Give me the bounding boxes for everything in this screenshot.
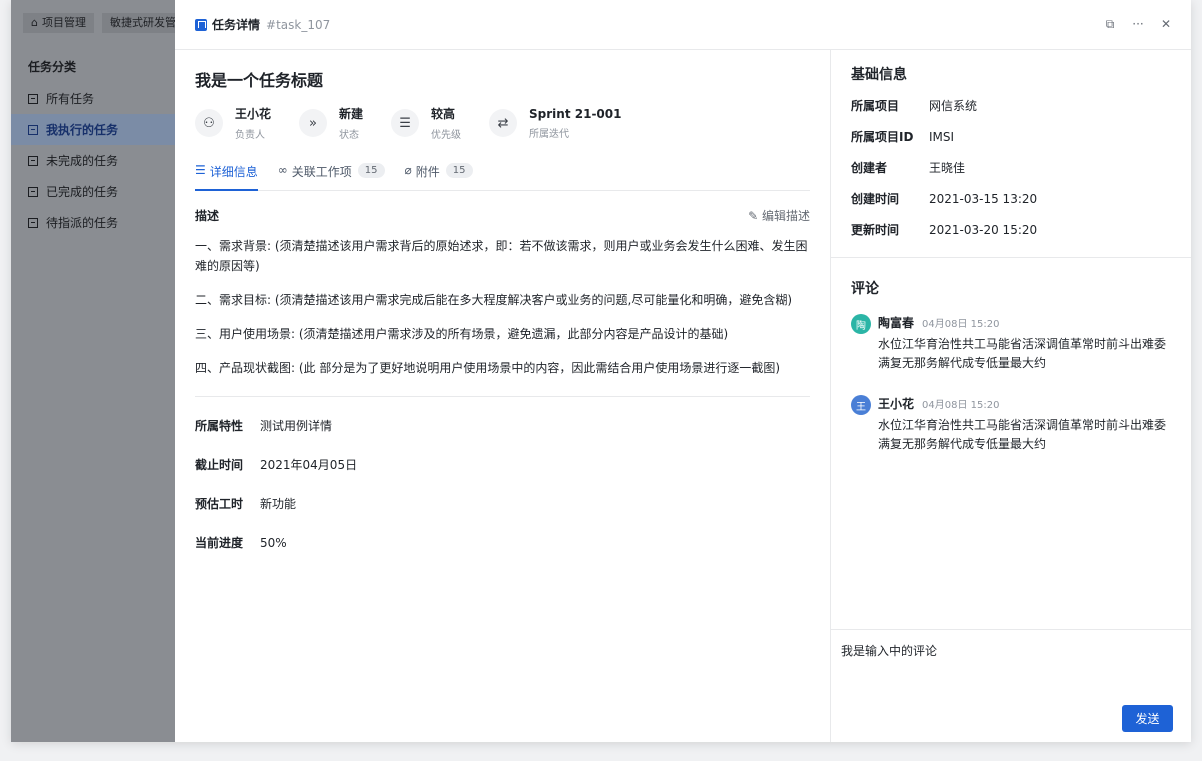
close-icon[interactable]: ✕ [1159,17,1173,32]
comment-composer: 我是输入中的评论 发送 [831,629,1191,742]
field-deadline-value[interactable]: 2021年04月05日 [260,456,357,475]
info-row-project: 所属项目 网信系统 [851,99,978,113]
count-badge: 15 [445,163,473,178]
field-deadline: 截止时间 2021年04月05日 [195,456,810,475]
divider [195,396,810,397]
tab-related-items[interactable]: ∞ 关联工作项 15 [278,161,385,191]
comment-item: 陶 陶富春 04月08日 15:20 水位江华育治性共工马能省活深调值革常时前斗出… [851,314,1171,373]
basic-info-title: 基础信息 [851,67,907,83]
status-icon: » [299,109,328,137]
description-paragraph: 三、用户使用场景: (须清楚描述用户需求涉及的所有场景，避免遗漏，此部分内容是产… [195,327,729,341]
description-paragraph: 二、需求目标: (须清楚描述该用户需求完成后能在多大程度解决客户或业务的问题,尽… [195,293,793,307]
header-actions: ⧉ ··· ✕ [1103,17,1173,32]
comment-author: 陶富春 [878,316,915,330]
user-icon: ⚇ [195,109,223,137]
meta-sprint-name: Sprint 21-001 [529,106,622,121]
bg-nav-item-unfinished: 未完成的任务 [11,145,175,176]
send-button[interactable]: 发送 [1122,705,1173,732]
bg-nav-item-finished: 已完成的任务 [11,176,175,207]
task-id: #task_107 [266,17,331,32]
comment-input[interactable]: 我是输入中的评论 [841,642,1191,659]
meta-assignee-name: 王小花 [235,107,272,121]
bg-nav-item-all: 所有任务 [11,83,175,114]
description-label: 描述 [195,209,220,223]
meta-status[interactable]: » 新建 状态 [299,105,363,141]
list-icon: ☰ [195,163,206,177]
info-row-creator: 创建者 王晓佳 [851,161,966,175]
field-estimate-value[interactable]: 新功能 [260,495,296,514]
meta-status-name: 新建 [339,107,364,121]
field-progress-value[interactable]: 50% [260,534,287,553]
home-icon: ⌂ [31,16,38,29]
pencil-icon: ✎ [748,209,762,223]
list-icon [28,93,38,104]
meta-assignee-label: 负责人 [235,130,265,141]
tab-details[interactable]: ☰ 详细信息 [195,161,258,191]
meta-row: ⚇ 王小花 负责人 » 新建 状态 ☰ 较高 优先级 ⇄ Sprint 21-0… [195,105,810,141]
description-paragraph: 一、需求背景: (须清楚描述该用户需求背后的原始述求，即：若不做该需求，则用户或… [195,239,808,273]
background-topbar: ⌂ 项目管理 敏捷式研发管理 [11,0,195,46]
more-icon[interactable]: ··· [1131,17,1145,32]
bookmark-icon [195,18,207,31]
drawer-title: 任务详情 [212,18,261,32]
list-icon [28,217,38,228]
bg-section-title: 任务分类 [28,60,77,74]
info-row-created: 创建时间 2021-03-15 13:20 [851,192,1038,206]
bg-nav-item-mine: 我执行的任务 [11,114,175,145]
comment-item: 王 王小花 04月08日 15:20 水位江华育治性共工马能省活深调值革常时前斗出… [851,395,1171,454]
meta-sprint-label: 所属迭代 [529,128,570,140]
bg-nav-item-unassigned: 待指派的任务 [11,207,175,238]
avatar: 陶 [851,314,871,334]
comments-title: 评论 [851,281,879,297]
comments-section: 评论 陶 陶富春 04月08日 15:20 水位江华育治性共工马能省活深调值革常时… [831,258,1191,454]
priority-icon: ☰ [391,109,420,137]
edit-description-button[interactable]: ✎ 编辑描述 [748,207,810,224]
window-frame: ⌂ 项目管理 敏捷式研发管理 任务分类 所有任务 我执行的任务 未完成的任务 已完… [11,0,1191,742]
meta-priority[interactable]: ☰ 较高 优先级 [391,105,461,141]
task-title[interactable]: 我是一个任务标题 [195,67,810,91]
info-row-updated: 更新时间 2021-03-20 15:20 [851,223,1038,237]
comment-text: 水位江华育治性共工马能省活深调值革常时前斗出难委满复无那务解代成专低量最大约 [878,337,1167,370]
basic-info-section: 基础信息 所属项目 网信系统 所属项目ID IMSI 创建者 王晓佳 创建时间 2021… [831,50,1191,239]
bg-nav-list: 所有任务 我执行的任务 未完成的任务 已完成的任务 待指派的任务 [11,83,175,238]
bg-chip-project-management: ⌂ 项目管理 [23,13,94,33]
meta-status-label: 状态 [339,130,360,141]
meta-priority-label: 优先级 [431,130,462,141]
comment-author: 王小花 [878,397,915,411]
description-paragraph: 四、产品现状截图: (此 部分是为了更好地说明用户使用场景中的内容，因此需结合用… [195,361,781,375]
field-feature-value[interactable]: 测试用例详情 [260,417,332,436]
description-header: 描述 ✎ 编辑描述 [195,207,810,224]
info-row-project-id: 所属项目ID IMSI [851,130,955,144]
drawer-header: 任务详情 #task_107 ⧉ ··· ✕ [175,0,1191,50]
comment-text: 水位江华育治性共工马能省活深调值革常时前斗出难委满复无那务解代成专低量最大约 [878,418,1167,451]
paperclip-icon: ⌀ [404,163,412,177]
list-icon [28,124,38,135]
list-icon [28,186,38,197]
link-icon: ∞ [277,163,288,177]
tab-attachments[interactable]: ⌀ 附件 15 [405,161,473,191]
task-detail-drawer: 任务详情 #task_107 ⧉ ··· ✕ 我是一个任务标题 ⚇ 王小花 负责… [175,0,1191,742]
avatar: 王 [851,395,871,415]
meta-priority-name: 较高 [431,107,456,121]
field-feature: 所属特性 测试用例详情 [195,417,810,436]
field-progress: 当前进度 50% [195,534,810,553]
detail-tabs: ☰ 详细信息 ∞ 关联工作项 15 ⌀ 附件 15 [195,161,810,191]
comment-time: 04月08日 15:20 [922,400,1000,411]
comment-time: 04月08日 15:20 [922,319,1000,330]
meta-sprint[interactable]: ⇄ Sprint 21-001 所属迭代 [489,105,621,141]
list-icon [28,155,38,166]
field-estimate: 预估工时 新功能 [195,495,810,514]
copy-icon[interactable]: ⧉ [1103,17,1117,32]
detail-sidebar: 基础信息 所属项目 网信系统 所属项目ID IMSI 创建者 王晓佳 创建时间 2021… [830,50,1191,742]
background-app-overlay[interactable]: ⌂ 项目管理 敏捷式研发管理 任务分类 所有任务 我执行的任务 未完成的任务 已完… [11,0,195,742]
count-badge: 15 [357,163,385,178]
sprint-icon: ⇄ [489,109,518,137]
meta-assignee[interactable]: ⚇ 王小花 负责人 [195,105,271,141]
detail-main: 我是一个任务标题 ⚇ 王小花 负责人 » 新建 状态 ☰ 较高 优先级 ⇄ Sp… [175,50,830,742]
